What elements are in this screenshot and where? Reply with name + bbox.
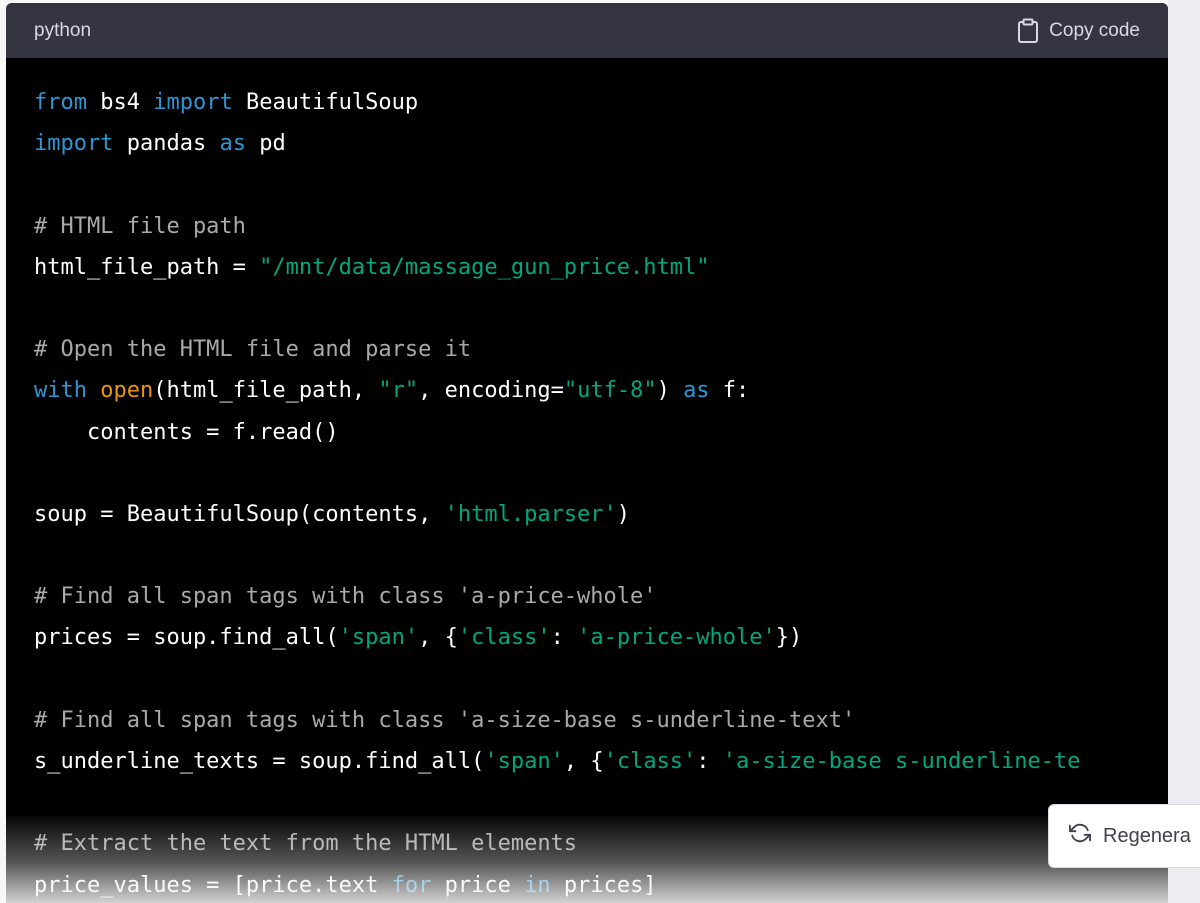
code-line: # Find all span tags with class 'a-price… bbox=[34, 576, 1168, 617]
chat-window: python Copy code from bs4 import Beautif… bbox=[0, 0, 1200, 903]
code-line: # Find all span tags with class 'a-size-… bbox=[34, 700, 1168, 741]
code-text: contents = f.read() bbox=[34, 419, 339, 445]
code-comment: # Find all span tags with class 'a-size-… bbox=[34, 707, 856, 733]
code-keyword: as bbox=[683, 378, 710, 404]
code-text: : bbox=[550, 625, 578, 651]
code-text: , { bbox=[563, 749, 604, 774]
code-line: price_values = [price.text for price in … bbox=[34, 865, 1168, 903]
code-text: prices] bbox=[550, 872, 657, 898]
code-line: contents = f.read() bbox=[34, 412, 1168, 453]
code-string: 'html.parser' bbox=[444, 501, 617, 527]
code-text: , encoding= bbox=[418, 378, 564, 404]
code-text: price bbox=[431, 872, 525, 898]
code-line: prices = soup.find_all('span', {'class':… bbox=[34, 617, 1168, 658]
code-text: BeautifulSoup bbox=[232, 90, 419, 115]
code-text: pd bbox=[245, 131, 286, 157]
code-text: }) bbox=[775, 625, 803, 651]
code-line: from bs4 import BeautifulSoup bbox=[34, 82, 1168, 123]
code-keyword: import bbox=[34, 131, 114, 157]
code-content[interactable]: from bs4 import BeautifulSoup import pand… bbox=[6, 58, 1168, 903]
code-keyword: as bbox=[219, 131, 246, 157]
code-comment: # HTML file path bbox=[34, 213, 246, 239]
code-line: html_file_path = "/mnt/data/massage_gun_… bbox=[34, 247, 1168, 288]
code-comment: # Open the HTML file and parse it bbox=[34, 337, 472, 363]
code-text: prices = soup.find_all( bbox=[34, 625, 339, 651]
code-block-header: python Copy code bbox=[6, 3, 1168, 58]
code-line: # Extract the text from the HTML element… bbox=[34, 823, 1168, 864]
code-block: python Copy code from bs4 import Beautif… bbox=[6, 3, 1168, 903]
code-line: # HTML file path bbox=[34, 206, 1168, 247]
code-string: 'a-size-base s-underline-te bbox=[722, 749, 1081, 774]
regenerate-label: Regenera bbox=[1103, 824, 1191, 847]
code-text: soup = BeautifulSoup(contents, bbox=[34, 501, 445, 527]
refresh-icon bbox=[1069, 822, 1091, 850]
code-keyword: import bbox=[153, 90, 233, 115]
code-keyword: for bbox=[391, 872, 432, 898]
code-text: s_underline_texts = soup.find_all( bbox=[34, 749, 485, 774]
code-string: "utf-8" bbox=[563, 378, 657, 404]
code-text: price_values = [price.text bbox=[34, 872, 392, 898]
scroll-track[interactable] bbox=[1168, 0, 1200, 903]
code-keyword: from bbox=[34, 90, 87, 115]
code-line: import pandas as pd bbox=[34, 123, 1168, 164]
code-text: pandas bbox=[113, 131, 220, 157]
code-keyword: with bbox=[34, 378, 87, 404]
code-line: # Open the HTML file and parse it bbox=[34, 329, 1168, 370]
code-text: bs4 bbox=[86, 90, 154, 115]
code-string: "r" bbox=[378, 378, 419, 404]
code-text: : bbox=[696, 749, 723, 774]
code-text: , { bbox=[418, 625, 458, 651]
code-text: f: bbox=[709, 378, 750, 404]
code-text: ) bbox=[656, 378, 684, 404]
code-string: 'class' bbox=[457, 625, 551, 651]
code-line: s_underline_texts = soup.find_all('span'… bbox=[34, 741, 1168, 782]
code-comment: # Find all span tags with class 'a-price… bbox=[34, 584, 657, 610]
code-line: soup = BeautifulSoup(contents, 'html.par… bbox=[34, 494, 1168, 535]
code-string: "/mnt/data/massage_gun_price.html" bbox=[259, 254, 710, 280]
copy-code-label: Copy code bbox=[1049, 19, 1140, 41]
code-text: html_file_path = bbox=[34, 254, 260, 280]
code-function: open bbox=[100, 378, 154, 404]
clipboard-icon bbox=[1017, 18, 1039, 44]
code-string: 'span' bbox=[484, 749, 564, 774]
code-line: with open(html_file_path, "r", encoding=… bbox=[34, 370, 1168, 411]
code-text: ) bbox=[616, 501, 631, 527]
code-string: 'class' bbox=[603, 749, 697, 774]
code-language-label: python bbox=[34, 19, 92, 41]
code-comment: # Extract the text from the HTML element… bbox=[34, 831, 578, 857]
copy-code-button[interactable]: Copy code bbox=[1017, 18, 1140, 44]
regenerate-button[interactable]: Regenera bbox=[1048, 804, 1200, 868]
code-string: 'span' bbox=[338, 625, 419, 651]
code-keyword: in bbox=[524, 872, 551, 898]
code-string: 'a-price-whole' bbox=[577, 625, 776, 651]
code-text: (html_file_path, bbox=[153, 378, 379, 404]
